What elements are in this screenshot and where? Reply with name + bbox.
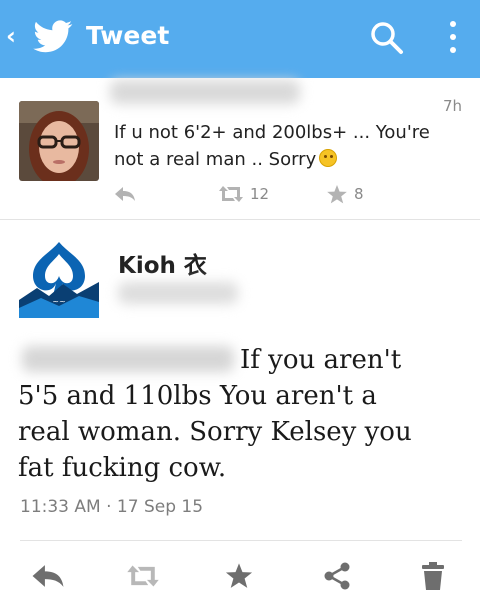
overflow-menu-icon[interactable] (443, 16, 463, 60)
divider (20, 540, 462, 541)
blurred-handle (118, 282, 238, 304)
delete-button[interactable] (416, 560, 450, 592)
svg-text:~~: ~~ (52, 297, 65, 306)
parent-tweet[interactable]: 7h If u not 6'2+ and 200lbs+ ... You're … (0, 78, 480, 219)
share-button[interactable] (320, 560, 354, 592)
star-icon (225, 563, 253, 588)
parent-text-line: not a real man .. Sorry (114, 149, 317, 170)
tweet-timestamp: 11:33 AM · 17 Sep 15 (20, 497, 204, 517)
tweet-text-line: fat fucking cow. (18, 453, 227, 483)
share-icon (324, 562, 350, 590)
reply-icon (115, 187, 135, 201)
retweet-icon (127, 565, 159, 587)
tweet-text-line: 5'5 and 110lbs You aren't a (18, 381, 377, 411)
tweet-text-line: real woman. Sorry Kelsey you (18, 417, 412, 447)
retweet-icon (219, 186, 243, 202)
app-bar: ‹ Tweet (0, 0, 480, 78)
display-name[interactable]: Kioh 衣 (118, 246, 207, 280)
favorite-button[interactable]: 8 (326, 182, 364, 206)
retweet-button[interactable] (126, 560, 160, 592)
star-icon (327, 184, 347, 203)
parent-tweet-actions: 12 8 (114, 182, 414, 206)
tweet-text: If you aren't 5'5 and 110lbs You aren't … (18, 342, 464, 486)
search-icon[interactable] (368, 19, 406, 57)
back-button[interactable]: ‹ (6, 22, 16, 50)
favorite-button[interactable] (222, 560, 256, 592)
retweet-button[interactable]: 12 (218, 182, 269, 206)
parent-text-line: If u not 6'2+ and 200lbs+ ... You're (114, 122, 430, 143)
tweet-text-line: If you aren't (240, 345, 402, 375)
divider (0, 219, 480, 220)
trash-icon (422, 562, 444, 590)
avatar[interactable] (19, 101, 99, 181)
favorite-count: 8 (354, 185, 364, 203)
parent-tweet-text: If u not 6'2+ and 200lbs+ ... You're not… (114, 119, 454, 173)
reply-button[interactable] (114, 182, 136, 206)
tweet-time: 7h (442, 97, 462, 115)
reply-icon (32, 565, 64, 587)
avatar[interactable]: ~~ (19, 236, 99, 318)
confused-emoji-icon (319, 149, 338, 167)
reply-button[interactable] (31, 560, 65, 592)
twitter-bird-icon (33, 20, 73, 53)
page-title: Tweet (86, 21, 170, 50)
blurred-username (110, 80, 300, 104)
retweet-count: 12 (250, 185, 270, 203)
